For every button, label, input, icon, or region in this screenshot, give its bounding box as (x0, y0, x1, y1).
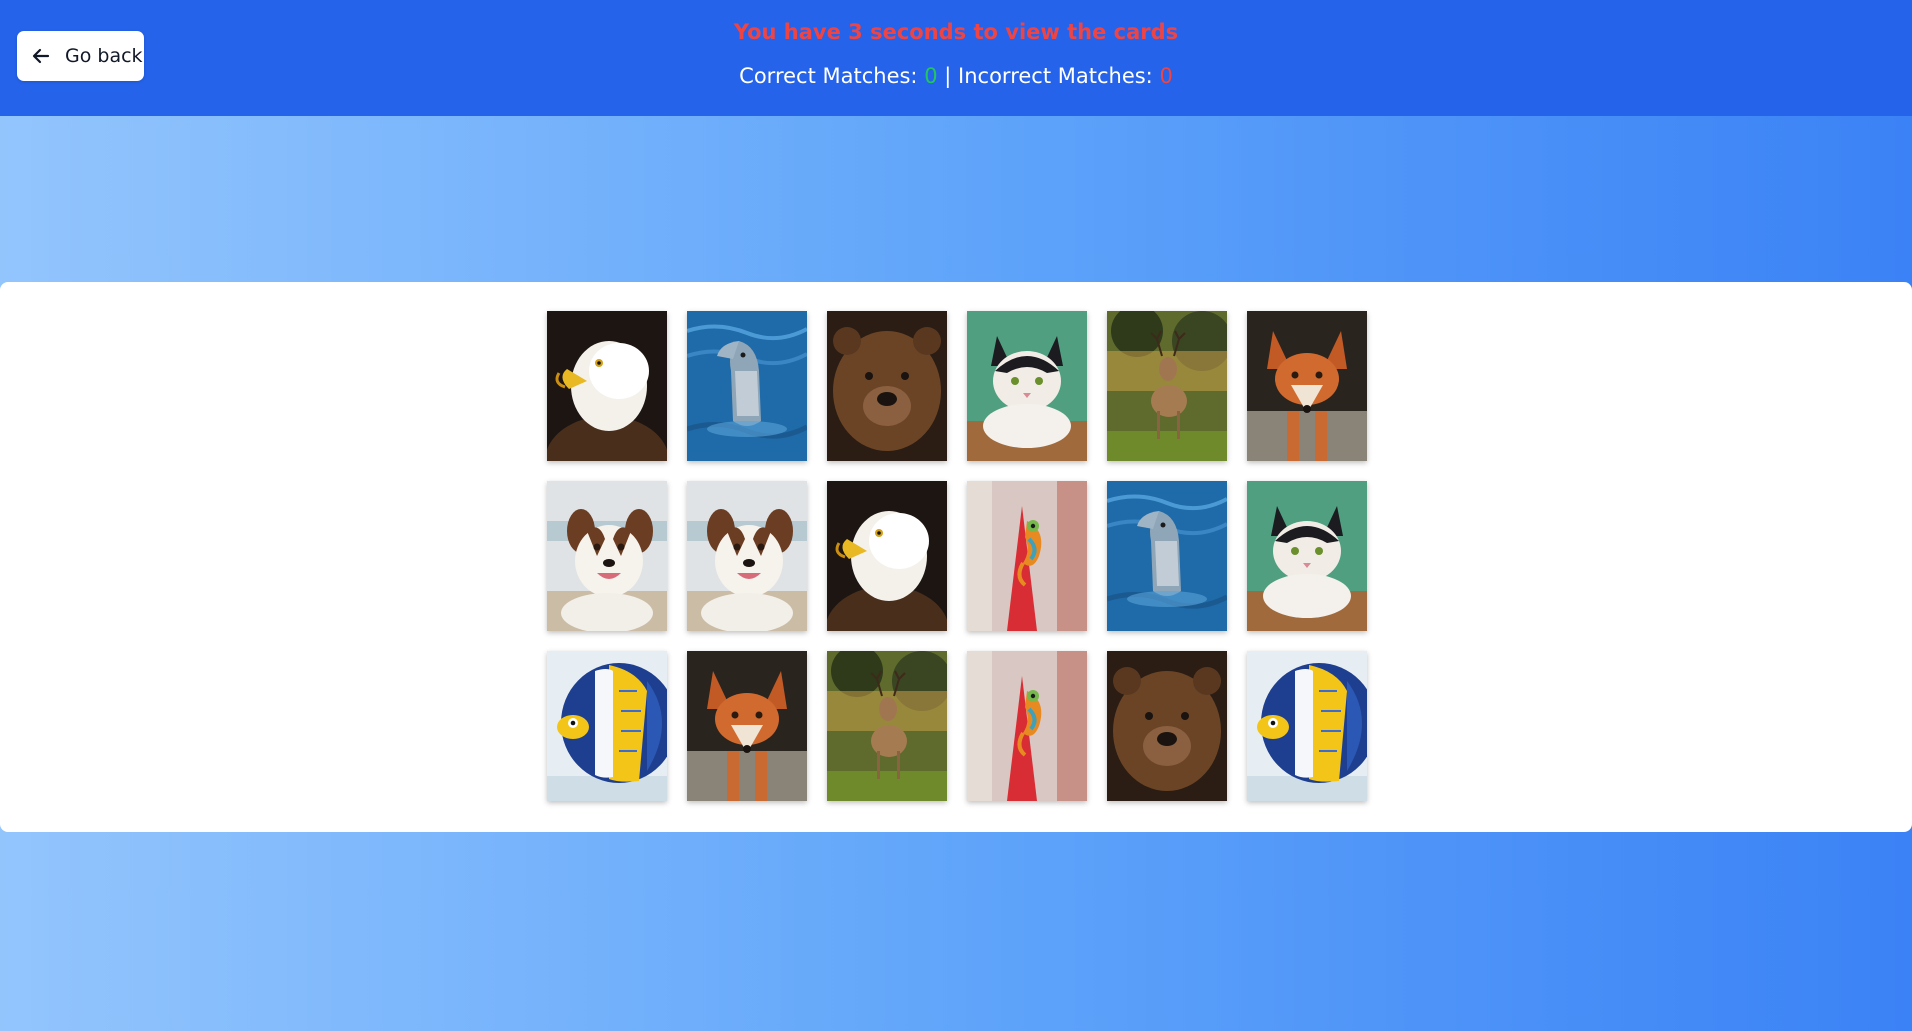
dog-image (687, 481, 807, 631)
fox-image (687, 651, 807, 801)
dolphin-image (1107, 481, 1227, 631)
bear-image (1107, 651, 1227, 801)
top-bar: Go back You have 3 seconds to view the c… (0, 0, 1912, 116)
incorrect-matches-count: 0 (1159, 64, 1173, 88)
memory-card-fish[interactable] (547, 651, 667, 801)
fish-image (547, 651, 667, 801)
dog-image (547, 481, 667, 631)
memory-card-chameleon[interactable] (967, 481, 1087, 631)
memory-card-deer[interactable] (1107, 311, 1227, 461)
timer-message: You have 3 seconds to view the cards (733, 20, 1179, 44)
memory-card-dolphin[interactable] (1107, 481, 1227, 631)
memory-card-dog[interactable] (547, 481, 667, 631)
memory-card-bear[interactable] (827, 311, 947, 461)
correct-matches-count: 0 (924, 64, 938, 88)
dolphin-image (687, 311, 807, 461)
memory-card-bear[interactable] (1107, 651, 1227, 801)
fish-image (1247, 651, 1367, 801)
memory-card-chameleon[interactable] (967, 651, 1087, 801)
memory-card-dolphin[interactable] (687, 311, 807, 461)
memory-card-fox[interactable] (687, 651, 807, 801)
memory-card-dog[interactable] (687, 481, 807, 631)
memory-card-deer[interactable] (827, 651, 947, 801)
chameleon-image (967, 651, 1087, 801)
correct-matches-label: Correct Matches: (739, 64, 918, 88)
score-separator: | (944, 64, 952, 88)
memory-card-fish[interactable] (1247, 651, 1367, 801)
memory-card-eagle[interactable] (547, 311, 667, 461)
card-grid (547, 311, 1369, 801)
bear-image (827, 311, 947, 461)
memory-card-cat[interactable] (1247, 481, 1367, 631)
card-board (0, 282, 1912, 832)
deer-image (827, 651, 947, 801)
score-line: Correct Matches: 0 | Incorrect Matches: … (0, 64, 1912, 88)
fox-image (1247, 311, 1367, 461)
eagle-image (547, 311, 667, 461)
deer-image (1107, 311, 1227, 461)
memory-card-cat[interactable] (967, 311, 1087, 461)
memory-card-fox[interactable] (1247, 311, 1367, 461)
memory-card-eagle[interactable] (827, 481, 947, 631)
cat-image (1247, 481, 1367, 631)
arrow-left-icon (31, 46, 51, 66)
cat-image (967, 311, 1087, 461)
chameleon-image (967, 481, 1087, 631)
incorrect-matches-label: Incorrect Matches: (958, 64, 1153, 88)
eagle-image (827, 481, 947, 631)
